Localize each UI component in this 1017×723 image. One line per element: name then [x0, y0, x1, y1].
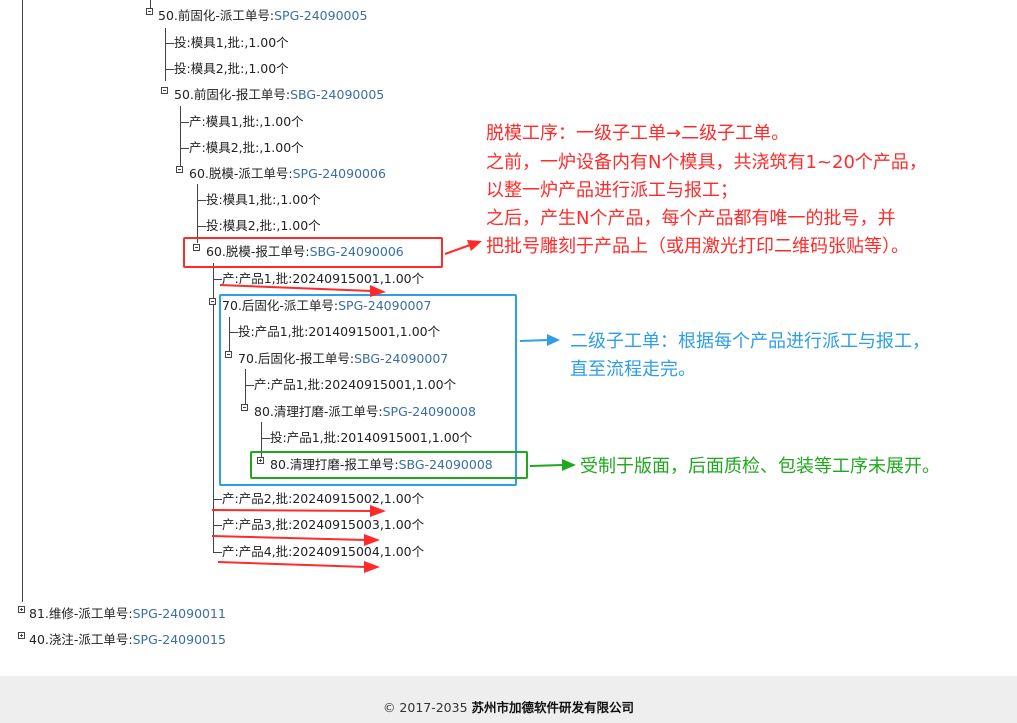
footer-company: 苏州市加德软件研发有限公司: [471, 700, 635, 715]
annotation-blue-line: 二级子工单：根据每个产品进行派工与报工，: [570, 331, 930, 352]
page-footer: © 2017-2035 苏州市加德软件研发有限公司: [0, 676, 1017, 723]
red-underline-arrow: [217, 561, 380, 573]
annotation-red-line: 把批号雕刻于产品上（或用激光打印二维码张贴等）。: [486, 236, 909, 257]
red-underline-arrow: [211, 505, 386, 517]
footer-copyright: © 2017-2035 苏州市加德软件研发有限公司: [382, 700, 635, 715]
red-pointer-arrow: [444, 240, 482, 255]
blue-pointer-arrow: [519, 334, 560, 346]
annotation-red-line: 以整一炉产品进行派工与报工；: [486, 180, 738, 201]
annotation-green-line: 受制于版面，后面质检、包装等工序未展开。: [580, 456, 940, 477]
annotation-blue-line: 直至流程走完。: [570, 359, 696, 380]
annotation-red-line: 脱模工序：一级子工单→二级子工单。: [486, 123, 790, 144]
red-underline-arrow: [211, 534, 380, 546]
green-pointer-arrow: [529, 459, 576, 471]
red-underline-arrow: [219, 284, 386, 297]
annotation-red-line: 之前，一炉设备内有N个模具，共浇筑有1~20个产品，: [486, 152, 927, 173]
annotation-red-line: 之后，产生N个产品，每个产品都有唯一的批号，并: [486, 208, 896, 229]
